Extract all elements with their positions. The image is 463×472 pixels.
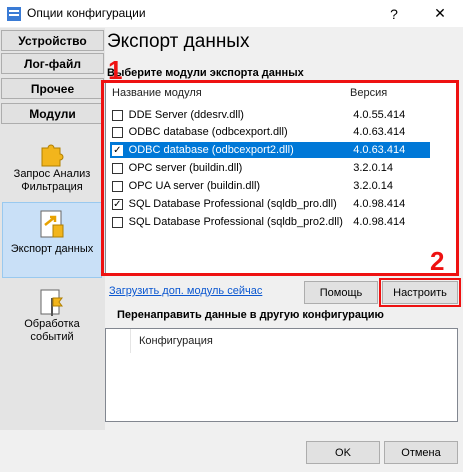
help-title-button[interactable]: ?: [371, 0, 417, 27]
redirect-config-list[interactable]: Конфигурация: [105, 328, 458, 422]
nav-device[interactable]: Устройство: [1, 30, 104, 51]
flag-icon: [40, 289, 63, 316]
app-icon: [7, 7, 21, 21]
module-data-export[interactable]: Экспорт данных: [2, 202, 102, 278]
column-divider: [130, 329, 131, 353]
help-button[interactable]: Помощь: [304, 281, 378, 304]
puzzle-icon: [41, 144, 64, 167]
group-title: Выберите модули экспорта данных: [107, 67, 304, 79]
nav-other[interactable]: Прочее: [1, 78, 104, 99]
footer: OK Отмена: [0, 430, 463, 472]
ok-button[interactable]: OK: [306, 441, 380, 464]
nav-modules[interactable]: Модули: [1, 103, 104, 124]
nav-log-file[interactable]: Лог-файл: [1, 53, 104, 74]
window-title: Опции конфигурации: [27, 6, 146, 20]
module-event-processing[interactable]: Обработка событий: [2, 286, 102, 356]
page-title: Экспорт данных: [107, 31, 250, 52]
load-module-link[interactable]: Загрузить доп. модуль сейчас: [109, 285, 262, 297]
module-data-export-label: Экспорт данных: [10, 243, 94, 255]
configure-button[interactable]: Настроить: [382, 281, 458, 304]
close-button[interactable]: ✕: [417, 0, 463, 27]
module-query-filter-label: Запрос Анализ Фильтрация: [13, 168, 91, 193]
sidebar: Устройство Лог-файл Прочее Модули Запрос…: [0, 28, 105, 430]
cancel-button[interactable]: Отмена: [384, 441, 458, 464]
module-query-filter[interactable]: Запрос Анализ Фильтрация: [2, 136, 102, 206]
title-bar: Опции конфигурации ? ✕: [0, 0, 463, 27]
annotation-number-1: 1: [108, 55, 123, 85]
module-event-processing-label: Обработка событий: [24, 318, 80, 343]
redirect-title: Перенаправить данные в другую конфигурац…: [117, 309, 384, 321]
column-header-configuration[interactable]: Конфигурация: [139, 335, 213, 347]
export-icon: [40, 210, 64, 238]
annotation-frame: [101, 80, 459, 276]
annotation-number-2: 2: [430, 246, 445, 276]
